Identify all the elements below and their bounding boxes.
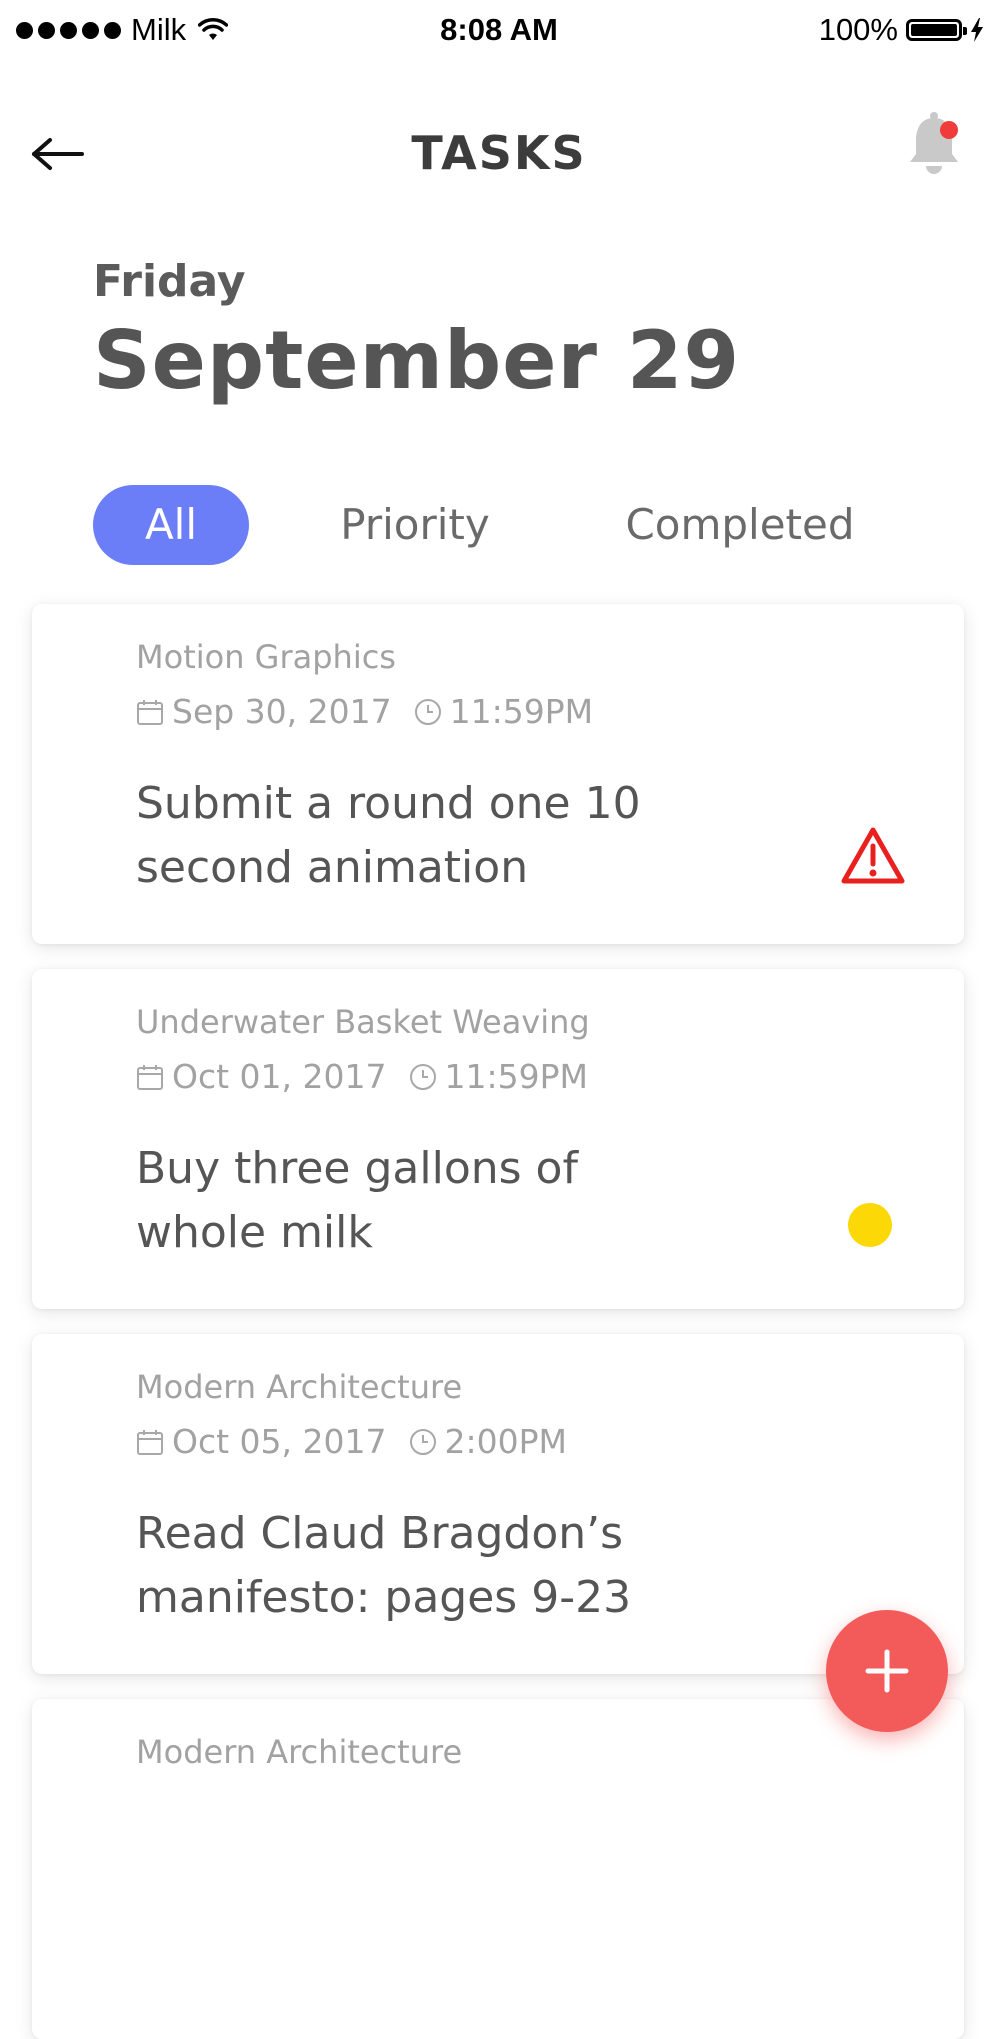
task-title: Read Claud Bragdon’s manifesto: pages 9-…	[136, 1508, 632, 1623]
clock-icon	[409, 1063, 436, 1090]
task-card[interactable]: Motion Graphics Sep 30, 2017 11:59PM Sub…	[32, 604, 964, 944]
plus-icon	[865, 1649, 909, 1693]
notification-dot	[940, 121, 958, 139]
task-card[interactable]: Underwater Basket Weaving Oct 01, 2017 1…	[32, 969, 964, 1309]
task-due-time: 2:00PM	[444, 1422, 567, 1461]
app-header: TASKS	[0, 110, 998, 200]
calendar-icon	[137, 699, 163, 725]
battery-icon	[906, 19, 967, 41]
task-card[interactable]: Modern Architecture Oct 05, 2017 2:00PM …	[32, 1334, 964, 1674]
battery-percent: 100%	[818, 12, 898, 47]
task-title: Buy three gallons of whole milk	[136, 1143, 578, 1258]
task-due: Oct 01, 2017 11:59PM	[136, 1057, 588, 1096]
task-title: Submit a round one 10 second animation	[136, 778, 641, 893]
calendar-icon	[137, 1064, 163, 1090]
calendar-icon	[137, 1429, 163, 1455]
task-course: Modern Architecture	[136, 1733, 463, 1771]
clock-icon	[409, 1428, 436, 1455]
task-card[interactable]: Modern Architecture	[32, 1699, 964, 2039]
day-label: Friday	[93, 256, 246, 307]
task-due-time: 11:59PM	[449, 692, 594, 731]
page-title: TASKS	[411, 126, 587, 180]
notifications-button[interactable]	[904, 110, 964, 176]
tab-priority[interactable]: Priority	[320, 485, 510, 565]
charging-bolt-icon	[971, 18, 983, 42]
warning-icon	[841, 827, 905, 884]
task-due-date: Oct 05, 2017	[172, 1422, 387, 1461]
tab-completed[interactable]: Completed	[600, 485, 880, 565]
task-due-date: Sep 30, 2017	[172, 692, 392, 731]
task-due-time: 11:59PM	[444, 1057, 588, 1096]
add-task-button[interactable]	[826, 1610, 948, 1732]
status-right: 100%	[819, 12, 984, 48]
bell-icon	[910, 112, 958, 174]
filter-tabs: All Priority Completed	[0, 485, 998, 565]
task-due-date: Oct 01, 2017	[172, 1057, 387, 1096]
date-heading: September 29	[93, 314, 741, 407]
task-course: Motion Graphics	[136, 638, 396, 676]
priority-dot	[848, 1203, 892, 1247]
task-due: Sep 30, 2017 11:59PM	[136, 692, 593, 731]
tab-all[interactable]: All	[93, 485, 249, 565]
clock-icon	[414, 698, 441, 725]
task-course: Modern Architecture	[136, 1368, 463, 1406]
task-course: Underwater Basket Weaving	[136, 1003, 590, 1041]
task-due: Oct 05, 2017 2:00PM	[136, 1422, 567, 1461]
status-bar: Milk 8:08 AM 100%	[0, 0, 998, 58]
